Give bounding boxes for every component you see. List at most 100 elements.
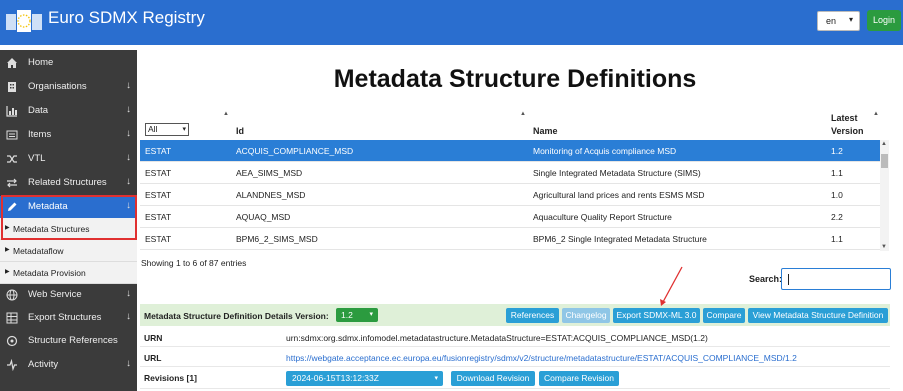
cell-version: 2.2 xyxy=(831,212,843,222)
table-row[interactable]: ESTAT ALANDNES_MSD Agricultural land pri… xyxy=(140,184,885,206)
list-icon xyxy=(6,130,18,140)
column-header-id[interactable]: Id xyxy=(236,126,244,136)
scroll-up-icon[interactable]: ▲ xyxy=(881,141,887,147)
pulse-icon xyxy=(7,359,17,371)
sidebar-item-data[interactable]: Data ↓ xyxy=(0,100,137,122)
url-label: URL xyxy=(144,353,162,363)
sort-up-icon[interactable]: ▲ xyxy=(873,111,879,117)
sidebar-item-label: Export Structures xyxy=(28,312,102,323)
cell-name: Single Integrated Metadata Structure (SI… xyxy=(533,168,701,178)
sidebar-item-label: Web Service xyxy=(28,289,82,300)
arrow-down-icon: ↓ xyxy=(126,152,131,163)
sidebar-item-label: Structure References xyxy=(28,335,118,346)
revisions-label: Revisions [1] xyxy=(144,373,197,383)
cell-id: ACQUIS_COMPLIANCE_MSD xyxy=(236,146,354,156)
sidebar-item-items[interactable]: Items ↓ xyxy=(0,124,137,146)
page-title: Metadata Structure Definitions xyxy=(333,65,697,93)
arrow-down-icon: ↓ xyxy=(126,128,131,139)
cell-agency: ESTAT xyxy=(145,234,172,244)
cell-version: 1.1 xyxy=(831,168,843,178)
sidebar-item-structure-references[interactable]: Structure References xyxy=(0,330,137,352)
cell-agency: ESTAT xyxy=(145,146,172,156)
revision-select[interactable]: 2024-06-15T13:12:33Z ▾ xyxy=(286,371,443,386)
search-label: Search: xyxy=(749,274,783,284)
agency-filter-value: All xyxy=(148,124,158,134)
urn-row: URN urn:sdmx:org.sdmx.infomodel.metadata… xyxy=(140,327,890,347)
table-icon xyxy=(6,312,18,324)
arrow-down-icon: ↓ xyxy=(126,104,131,115)
export-sdmx-ml-button[interactable]: Export SDMX-ML 3.0 xyxy=(613,308,700,323)
column-header-name[interactable]: Name xyxy=(533,126,558,136)
details-toolbar: Metadata Structure Definition Details Ve… xyxy=(140,304,890,326)
sidebar-item-vtl[interactable]: VTL ↓ xyxy=(0,148,137,170)
main-content: Metadata Structure Definitions ▲ ▲ ▲ All… xyxy=(137,45,903,391)
sidebar-item-export-structures[interactable]: Export Structures ↓ xyxy=(0,307,137,329)
sidebar-item-label: Related Structures xyxy=(28,177,107,188)
cell-agency: ESTAT xyxy=(145,212,172,222)
changelog-button[interactable]: Changelog xyxy=(562,308,610,323)
login-button[interactable]: Login xyxy=(867,10,901,31)
top-header: Euro SDMX Registry en ▾ Login xyxy=(0,0,903,45)
urn-label: URN xyxy=(144,333,163,343)
table-row[interactable]: ESTAT AEA_SIMS_MSD Single Integrated Met… xyxy=(140,162,885,184)
chevron-down-icon: ▾ xyxy=(434,375,438,382)
search-input[interactable] xyxy=(781,268,891,290)
language-select[interactable]: en ▾ xyxy=(817,11,860,31)
language-value: en xyxy=(826,16,837,26)
cell-version: 1.1 xyxy=(831,234,843,244)
references-button[interactable]: References xyxy=(506,308,559,323)
cell-version: 1.0 xyxy=(831,190,843,200)
arrow-down-icon: ↓ xyxy=(126,80,131,91)
chevron-down-icon: ▾ xyxy=(848,15,853,24)
caret-right-icon: ▶ xyxy=(5,247,10,253)
app-title: Euro SDMX Registry xyxy=(48,8,205,27)
sidebar-item-organisations[interactable]: Organisations ↓ xyxy=(0,76,137,98)
revisions-row: Revisions [1] 2024-06-15T13:12:33Z ▾ Dow… xyxy=(140,367,890,389)
sidebar-item-related-structures[interactable]: Related Structures ↓ xyxy=(0,172,137,194)
column-header-latest[interactable]: Latest xyxy=(831,113,858,123)
sort-up-icon[interactable]: ▲ xyxy=(223,111,229,117)
table-row[interactable]: ESTAT ACQUIS_COMPLIANCE_MSD Monitoring o… xyxy=(140,140,885,162)
cell-name: Aquaculture Quality Report Structure xyxy=(533,212,672,222)
cell-id: BPM6_2_SIMS_MSD xyxy=(236,234,318,244)
version-select[interactable]: 1.2 ▾ xyxy=(336,308,378,322)
cell-id: AEA_SIMS_MSD xyxy=(236,168,303,178)
agency-filter-select[interactable]: All ▾ xyxy=(145,123,189,136)
cell-name: Monitoring of Acquis compliance MSD xyxy=(533,146,677,156)
table-scrollbar[interactable]: ▲ ▼ xyxy=(880,140,889,251)
url-row: URL https://webgate.acceptance.ec.europa… xyxy=(140,347,890,367)
compare-revision-button[interactable]: Compare Revision xyxy=(539,371,619,386)
sidebar-item-label: Data xyxy=(28,105,49,116)
column-header-version[interactable]: Version xyxy=(831,126,864,136)
sidebar-item-home[interactable]: Home xyxy=(0,52,137,74)
eu-flag-logo-icon xyxy=(6,10,42,32)
sidebar-subitem-metadataflow[interactable]: ▶ Metadataflow xyxy=(0,240,137,262)
table-row[interactable]: ESTAT BPM6_2_SIMS_MSD BPM6_2 Single Inte… xyxy=(140,228,885,250)
compare-button[interactable]: Compare xyxy=(703,308,745,323)
text-cursor xyxy=(788,274,789,285)
version-value: 1.2 xyxy=(341,310,353,320)
download-revision-button[interactable]: Download Revision xyxy=(451,371,535,386)
sidebar-subitem-label: Metadataflow xyxy=(13,246,64,256)
cell-name: BPM6_2 Single Integrated Metadata Struct… xyxy=(533,234,707,244)
cell-name: Agricultural land prices and rents ESMS … xyxy=(533,190,705,200)
bar-chart-icon xyxy=(6,106,17,117)
sidebar-item-label: Activity xyxy=(28,359,59,370)
url-link[interactable]: https://webgate.acceptance.ec.europa.eu/… xyxy=(286,353,797,363)
table-info: Showing 1 to 6 of 87 entries xyxy=(141,258,247,268)
cell-agency: ESTAT xyxy=(145,168,172,178)
sidebar-item-label: Items xyxy=(28,129,52,140)
revision-value: 2024-06-15T13:12:33Z xyxy=(292,373,379,383)
scroll-down-icon[interactable]: ▼ xyxy=(881,244,887,250)
arrow-down-icon: ↓ xyxy=(126,311,131,322)
sort-up-icon[interactable]: ▲ xyxy=(520,111,526,117)
scrollbar-thumb[interactable] xyxy=(881,154,888,168)
sidebar-item-web-service[interactable]: Web Service ↓ xyxy=(0,284,137,306)
view-msd-button[interactable]: View Metadata Structure Definition xyxy=(748,308,888,323)
table-row[interactable]: ESTAT AQUAQ_MSD Aquaculture Quality Repo… xyxy=(140,206,885,228)
building-icon xyxy=(8,82,16,92)
home-icon xyxy=(7,58,17,68)
sidebar-subitem-metadata-provision[interactable]: ▶ Metadata Provision xyxy=(0,262,137,284)
cell-version: 1.2 xyxy=(831,146,843,156)
sidebar-item-activity[interactable]: Activity ↓ xyxy=(0,354,137,376)
